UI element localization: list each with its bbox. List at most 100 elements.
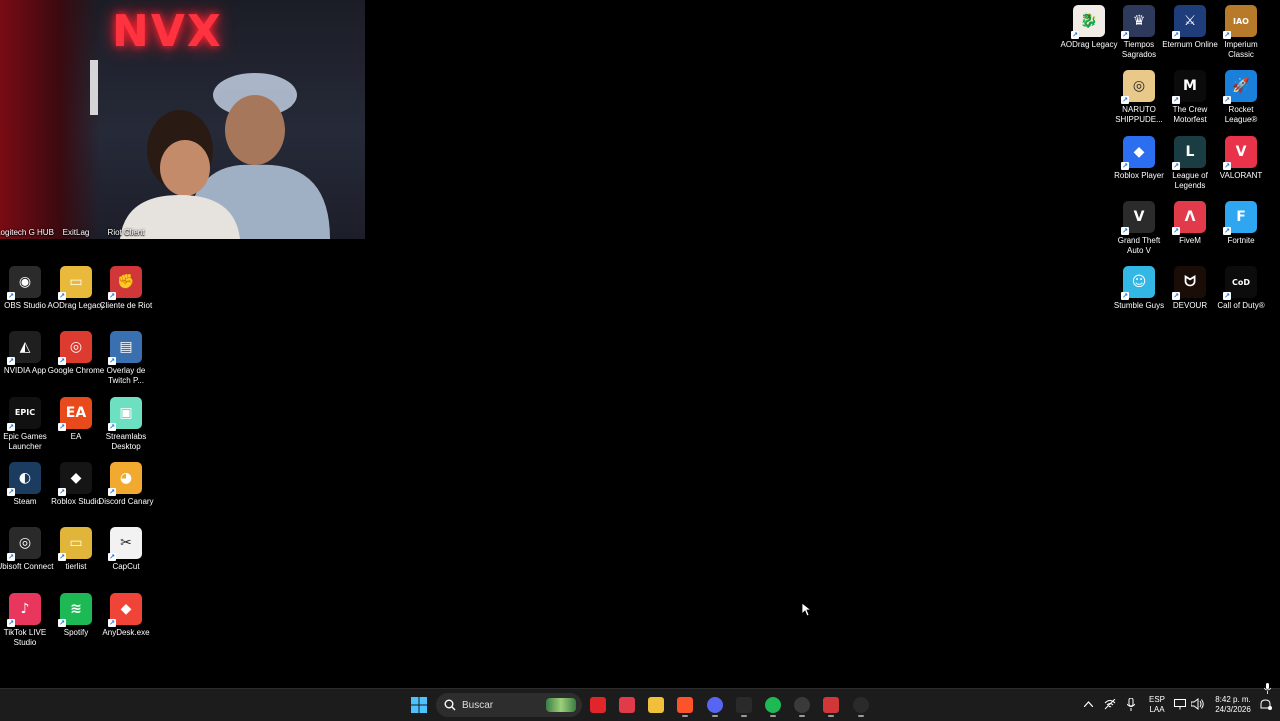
desktop-icon-league-of-legends[interactable]: L ↗ League of Legends bbox=[1165, 135, 1215, 191]
clock[interactable]: 8:42 p. m. 24/3/2026 bbox=[1208, 695, 1258, 715]
desktop-icon-label: Call of Duty® bbox=[1217, 301, 1265, 311]
desktop-icon-naruto-shippude[interactable]: ◎ ↗ NARUTO SHIPPUDE... bbox=[1114, 70, 1164, 125]
mic-in-use-icon bbox=[1264, 683, 1271, 694]
obs-icon bbox=[794, 697, 810, 713]
desktop-icon-tierlist[interactable]: ▭ ↗ tierlist bbox=[51, 527, 101, 572]
desktop-icon-steam[interactable]: ◐ ↗ Steam bbox=[0, 461, 50, 507]
desktop-icon-rocket-league[interactable]: 🚀 ↗ Rocket League® bbox=[1216, 70, 1266, 125]
desktop-icon-fivem[interactable]: Λ ↗ FiveM bbox=[1165, 200, 1215, 246]
call-of-duty-icon: CoD ↗ bbox=[1223, 266, 1257, 301]
desktop-icon-riot-client[interactable]: Riot Client bbox=[101, 225, 151, 238]
shortcut-arrow-icon: ↗ bbox=[1223, 161, 1231, 170]
desktop-icon-label: Cliente de Riot bbox=[99, 301, 153, 310]
taskbar-app-discord[interactable] bbox=[702, 693, 728, 717]
shortcut-arrow-icon: ↗ bbox=[7, 357, 15, 366]
shortcut-arrow-icon: ↗ bbox=[7, 553, 15, 562]
desktop-icon-aodrag-legacy[interactable]: ▭ ↗ AODrag Legacy bbox=[48, 266, 104, 311]
taskbar-app-youtube[interactable] bbox=[585, 693, 611, 717]
desktop-icon-ea[interactable]: EA ↗ EA bbox=[51, 396, 101, 442]
taskbar-app-brave[interactable] bbox=[672, 693, 698, 717]
desktop-icon-label: AnyDesk.exe bbox=[102, 627, 150, 637]
desktop-icon-roblox-player[interactable]: ◆ ↗ Roblox Player bbox=[1114, 135, 1164, 181]
icon-glyph: Λ bbox=[1184, 208, 1196, 225]
desktop-icon-grand-theft-auto-v[interactable]: V ↗ Grand Theft Auto V bbox=[1114, 200, 1164, 256]
shortcut-arrow-icon: ↗ bbox=[108, 618, 116, 627]
shortcut-arrow-icon: ↗ bbox=[1172, 226, 1180, 235]
taskbar-app-spotify[interactable] bbox=[760, 693, 786, 717]
desktop-icon-label: Steam bbox=[13, 496, 37, 506]
desktop-icon-fortnite[interactable]: F ↗ Fortnite bbox=[1216, 200, 1266, 246]
desktop-icon-discord-canary[interactable]: ◕ ↗ Discord Canary bbox=[98, 461, 154, 507]
language-indicator[interactable]: ESP LAA bbox=[1146, 695, 1168, 715]
desktop-icon-label: Logitech G HUB bbox=[0, 228, 54, 237]
icon-glyph: ◆ bbox=[120, 600, 132, 617]
desktop-icon-anydesk-exe[interactable]: ◆ ↗ AnyDesk.exe bbox=[101, 592, 151, 638]
desktop-icon-call-of-duty[interactable]: CoD ↗ Call of Duty® bbox=[1216, 266, 1266, 311]
spotify-icon: ≋ ↗ bbox=[58, 592, 92, 627]
desktop-icon-cliente-de-riot[interactable]: ✊ ↗ Cliente de Riot bbox=[100, 266, 152, 311]
desktop-icon-tiempos-sagrados[interactable]: ♛ ↗ Tiempos Sagrados bbox=[1114, 5, 1164, 60]
tiempos-sagrados-icon: ♛ ↗ bbox=[1121, 5, 1155, 39]
ea-icon: EA ↗ bbox=[58, 396, 92, 431]
taskbar-app-obs[interactable] bbox=[789, 693, 815, 717]
language-top: ESP bbox=[1148, 695, 1165, 704]
desktop-icon-eternum-online[interactable]: ⚔ ↗ Eternum Online bbox=[1162, 5, 1218, 50]
running-indicator bbox=[770, 715, 776, 717]
desktop-icon-stumble-guys[interactable]: ☺ ↗ Stumble Guys bbox=[1114, 266, 1164, 311]
desktop-icon-imperium-classic[interactable]: IAO ↗ Imperium Classic bbox=[1216, 5, 1266, 60]
taskbar-app-file-explorer[interactable] bbox=[643, 693, 669, 717]
volume-icon[interactable] bbox=[1191, 698, 1204, 710]
desktop-icon-epic-games-launcher[interactable]: EPIC ↗ Epic Games Launcher bbox=[0, 396, 50, 452]
desktop-icon-google-chrome[interactable]: ◎ ↗ Google Chrome bbox=[48, 331, 104, 376]
desktop-icon-label: OBS Studio bbox=[4, 301, 46, 310]
desktop-icon-label: Riot Client bbox=[107, 228, 145, 237]
notification-bell-icon[interactable] bbox=[1259, 699, 1272, 711]
running-indicator bbox=[799, 715, 805, 717]
taskbar-app-steam[interactable] bbox=[848, 693, 874, 717]
desktop-icon-label: Fortnite bbox=[1227, 235, 1255, 245]
stumble-guys-icon: ☺ ↗ bbox=[1121, 266, 1155, 301]
desktop-icon-exitlag[interactable]: ExitLag bbox=[51, 225, 101, 238]
brave-icon bbox=[677, 697, 693, 713]
desktop-icon-aodrag-legacy[interactable]: 🐉 ↗ AODrag Legacy bbox=[1061, 5, 1117, 50]
search-icon bbox=[444, 699, 456, 711]
discord-canary-icon: ◕ ↗ bbox=[108, 461, 142, 496]
desktop-icon-logitech-g-hub[interactable]: Logitech G HUB bbox=[0, 225, 54, 238]
desktop-icon-obs-studio[interactable]: ◉ ↗ OBS Studio bbox=[0, 266, 50, 311]
microphone-icon[interactable] bbox=[1127, 698, 1135, 711]
network-off-icon[interactable] bbox=[1104, 699, 1116, 710]
desktop-icon-valorant[interactable]: V ↗ VALORANT bbox=[1216, 135, 1266, 181]
ubisoft-connect-icon: ◎ ↗ bbox=[7, 527, 41, 562]
taskbar-app-exitlag[interactable] bbox=[731, 693, 757, 717]
desktop-icon-roblox-studio[interactable]: ◆ ↗ Roblox Studio bbox=[51, 461, 101, 507]
shortcut-arrow-icon: ↗ bbox=[1172, 292, 1180, 301]
chevron-up-icon[interactable] bbox=[1084, 701, 1093, 707]
desktop-icon-streamlabs-desktop[interactable]: ▣ ↗ Streamlabs Desktop bbox=[101, 396, 151, 452]
desktop-icon-ubisoft-connect[interactable]: ◎ ↗ Ubisoft Connect bbox=[0, 527, 53, 572]
icon-glyph: ▭ bbox=[69, 535, 83, 552]
desktop-icon-the-crew-motorfest[interactable]: M ↗ The Crew Motorfest bbox=[1165, 70, 1215, 125]
desktop-icon-devour[interactable]: ᗢ ↗ DEVOUR bbox=[1165, 266, 1215, 311]
steam-icon: ◐ ↗ bbox=[7, 461, 41, 496]
roblox-player-icon: ◆ ↗ bbox=[1121, 135, 1155, 170]
icon-glyph: ▭ bbox=[69, 274, 83, 290]
webcam-people bbox=[90, 60, 330, 239]
language-bottom: LAA bbox=[1149, 705, 1165, 714]
desktop-icon-nvidia-app[interactable]: ◭ ↗ NVIDIA App bbox=[0, 331, 50, 376]
desktop-icon-overlay-de-twitch-p[interactable]: ▤ ↗ Overlay de Twitch P... bbox=[101, 331, 151, 386]
google-chrome-icon: ◎ ↗ bbox=[58, 331, 92, 366]
taskbar-search[interactable]: Buscar bbox=[436, 693, 582, 717]
rocket-league-icon: 🚀 ↗ bbox=[1223, 70, 1257, 105]
taskbar-app-riot-client[interactable] bbox=[818, 693, 844, 717]
desktop-icon-capcut[interactable]: ✂ ↗ CapCut bbox=[101, 527, 151, 572]
shortcut-arrow-icon: ↗ bbox=[1121, 96, 1129, 105]
shortcut-arrow-icon: ↗ bbox=[58, 292, 66, 300]
desktop-icon-label: Overlay de Twitch P... bbox=[106, 366, 146, 386]
desktop-icon-tiktok-live-studio[interactable]: ♪ ↗ TikTok LIVE Studio bbox=[0, 592, 50, 648]
start-button[interactable] bbox=[406, 693, 432, 717]
desktop-icon-label: Eternum Online bbox=[1162, 40, 1218, 49]
taskbar-app-fivem[interactable] bbox=[614, 693, 640, 717]
icon-glyph: IAO bbox=[1233, 16, 1249, 26]
display-icon[interactable] bbox=[1174, 699, 1186, 710]
desktop-icon-spotify[interactable]: ≋ ↗ Spotify bbox=[51, 592, 101, 638]
